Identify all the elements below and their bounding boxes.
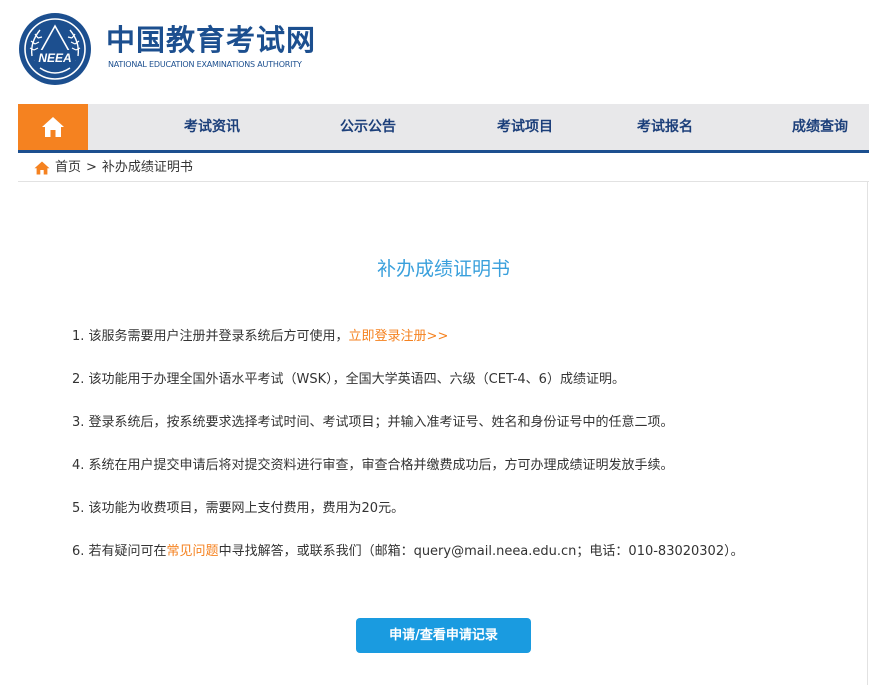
list-item: 5. 该功能为收费项目，需要网上支付费用，费用为20元。 (72, 498, 852, 541)
home-icon (34, 161, 50, 175)
instructions-list: 1. 该服务需要用户注册并登录系统后方可使用，立即登录注册>> 2. 该功能用于… (72, 326, 852, 584)
nav-item-exam-registration[interactable]: 考试报名 (637, 104, 693, 150)
breadcrumb: 首页 > 补办成绩证明书 (34, 158, 193, 178)
site-title-cn[interactable]: 中国教育考试网 (106, 22, 316, 58)
item-text: 4. 系统在用户提交申请后将对提交资料进行审查，审查合格并缴费成功后，方可办理成… (72, 458, 674, 473)
site-header: NEEA 中国教育考试网 NATIONAL EDUCATION EXAMINAT… (0, 0, 869, 100)
nav-item-announcements[interactable]: 公示公告 (340, 104, 396, 150)
main-nav: 考试资讯 公示公告 考试项目 考试报名 成绩查询 (18, 104, 869, 150)
list-item: 3. 登录系统后，按系统要求选择考试时间、考试项目；并输入准考证号、姓名和身份证… (72, 412, 852, 455)
list-item: 6. 若有疑问可在常见问题中寻找解答，或联系我们（邮箱：query@mail.n… (72, 541, 852, 584)
item-text: 3. 登录系统后，按系统要求选择考试时间、考试项目；并输入准考证号、姓名和身份证… (72, 415, 674, 430)
breadcrumb-home-link[interactable]: 首页 (55, 158, 81, 178)
nav-home-button[interactable] (18, 104, 88, 150)
nav-underline (18, 150, 869, 153)
nav-item-exam-news[interactable]: 考试资讯 (184, 104, 240, 150)
nav-item-score-query[interactable]: 成绩查询 (792, 104, 848, 150)
nav-item-exam-projects[interactable]: 考试项目 (497, 104, 553, 150)
login-register-link[interactable]: 立即登录注册>> (349, 329, 449, 344)
item-text: 1. 该服务需要用户注册并登录系统后方可使用， (72, 329, 349, 344)
site-title-en: NATIONAL EDUCATION EXAMINATIONS AUTHORIT… (108, 60, 302, 69)
home-icon (41, 116, 65, 138)
faq-link[interactable]: 常见问题 (167, 544, 219, 559)
page-title: 补办成绩证明书 (376, 258, 510, 280)
list-item: 1. 该服务需要用户注册并登录系统后方可使用，立即登录注册>> (72, 326, 852, 369)
item-text: 5. 该功能为收费项目，需要网上支付费用，费用为20元。 (72, 501, 405, 516)
breadcrumb-separator: > (86, 160, 97, 175)
svg-text:NEEA: NEEA (38, 51, 71, 65)
list-item: 4. 系统在用户提交申请后将对提交资料进行审查，审查合格并缴费成功后，方可办理成… (72, 455, 852, 498)
item-text: 2. 该功能用于办理全国外语水平考试（WSK），全国大学英语四、六级（CET-4… (72, 372, 625, 387)
item-text: 6. 若有疑问可在 (72, 544, 167, 559)
item-text: 中寻找解答，或联系我们（邮箱：query@mail.neea.edu.cn；电话… (218, 544, 744, 559)
breadcrumb-current: 补办成绩证明书 (101, 160, 193, 175)
neea-logo-emblem[interactable]: NEEA (18, 12, 92, 86)
breadcrumb-divider (18, 181, 869, 182)
list-item: 2. 该功能用于办理全国外语水平考试（WSK），全国大学英语四、六级（CET-4… (72, 369, 852, 412)
apply-view-records-button[interactable]: 申请/查看申请记录 (356, 618, 531, 653)
